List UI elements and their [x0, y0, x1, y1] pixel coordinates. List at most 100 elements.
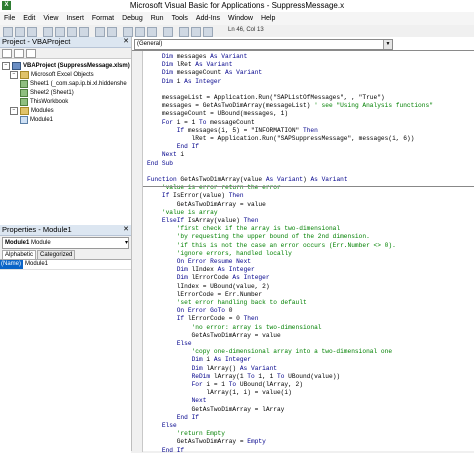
view-object-icon[interactable]: [14, 49, 24, 58]
project-explorer-icon[interactable]: [179, 27, 189, 37]
code-line[interactable]: Next i: [147, 151, 184, 159]
object-combo[interactable]: (General) ▼: [134, 39, 393, 50]
margin-indicator-bar[interactable]: [132, 51, 143, 452]
code-line[interactable]: 'ignore errors, handled locally: [147, 250, 292, 258]
menu-edit[interactable]: Edit: [19, 15, 39, 22]
code-line[interactable]: End Sub: [147, 160, 173, 168]
undo-icon[interactable]: [95, 27, 105, 37]
reset-icon[interactable]: [147, 27, 157, 37]
code-line[interactable]: Dim lErrorCode As Integer: [147, 274, 270, 282]
code-line[interactable]: End If: [147, 447, 184, 452]
menu-file[interactable]: File: [0, 15, 19, 22]
code-line[interactable]: 'set error handling back to default: [147, 299, 307, 307]
code-line[interactable]: Dim lIndex As Integer: [147, 266, 255, 274]
code-line[interactable]: GetAsTwoDimArray = Empty: [147, 438, 266, 446]
property-value[interactable]: Module1: [23, 260, 48, 269]
menu-tools[interactable]: Tools: [168, 15, 192, 22]
tree-node-excel-objects[interactable]: − Microsoft Excel Objects: [10, 71, 94, 79]
code-line[interactable]: If lErrorCode = 0 Then: [147, 315, 259, 323]
object-selector[interactable]: Module1 Module ▾: [2, 237, 129, 249]
collapse-icon[interactable]: −: [2, 62, 10, 70]
tree-node-sheet2[interactable]: Sheet2 (Sheet1): [20, 89, 74, 97]
code-line[interactable]: If messages(i, 5) = "INFORMATION" Then: [147, 127, 318, 135]
code-line[interactable]: Dim i As Integer: [147, 78, 221, 86]
view-code-icon[interactable]: [2, 49, 12, 58]
find-icon[interactable]: [79, 27, 89, 37]
code-line[interactable]: End If: [147, 143, 199, 151]
code-line[interactable]: Else: [147, 422, 177, 430]
close-icon[interactable]: ✕: [123, 225, 129, 235]
code-line[interactable]: End If: [147, 414, 199, 422]
code-line[interactable]: Else: [147, 340, 192, 348]
code-line[interactable]: 'first check if the array is two-dimensi…: [147, 225, 340, 233]
tree-node-vbaproject[interactable]: − VBAProject (SuppressMessage.xlsm): [2, 62, 130, 70]
code-line[interactable]: Next: [147, 397, 207, 405]
code-line[interactable]: Dim messages As Variant: [147, 53, 247, 61]
code-line[interactable]: lArray(1, i) = value(i): [147, 389, 291, 397]
close-icon[interactable]: ✕: [123, 37, 129, 47]
project-tree: − VBAProject (SuppressMessage.xlsm) − Mi…: [0, 58, 131, 225]
tree-node-thisworkbook[interactable]: ThisWorkbook: [20, 98, 68, 106]
tree-node-modules[interactable]: − Modules: [10, 107, 54, 115]
code-line[interactable]: lRet = Application.Run("SAPSuppressMessa…: [147, 135, 415, 143]
code-line[interactable]: GetAsTwoDimArray = value: [147, 201, 266, 209]
paste-icon[interactable]: [67, 27, 77, 37]
menu-bar: File Edit View Insert Format Debug Run T…: [0, 12, 474, 25]
code-line[interactable]: If IsError(value) Then: [147, 192, 244, 200]
code-line[interactable]: 'copy one-dimensional array into a two-d…: [147, 348, 393, 356]
code-line[interactable]: Dim lArray() As Variant: [147, 365, 277, 373]
sheet-icon: [20, 80, 28, 88]
cut-icon[interactable]: [43, 27, 53, 37]
code-line[interactable]: messageList = Application.Run("SAPListOf…: [147, 94, 385, 102]
run-icon[interactable]: [123, 27, 133, 37]
design-mode-icon[interactable]: [163, 27, 173, 37]
collapse-icon[interactable]: −: [10, 107, 18, 115]
object-browser-icon[interactable]: [203, 27, 213, 37]
property-row[interactable]: (Name) Module1: [0, 260, 131, 270]
menu-debug[interactable]: Debug: [118, 15, 147, 22]
code-line[interactable]: GetAsTwoDimArray = lArray: [147, 406, 285, 414]
code-line[interactable]: lIndex = UBound(value, 2): [147, 283, 270, 291]
collapse-icon[interactable]: −: [10, 71, 18, 79]
menu-insert[interactable]: Insert: [62, 15, 88, 22]
toggle-folders-icon[interactable]: [26, 49, 36, 58]
redo-icon[interactable]: [107, 27, 117, 37]
properties-window-icon[interactable]: [191, 27, 201, 37]
tree-node-sheet1[interactable]: Sheet1 (_com.sap.ip.bi.xl.hiddenshe: [20, 80, 127, 88]
view-excel-icon[interactable]: [3, 27, 13, 37]
code-line[interactable]: Dim lRet As Variant: [147, 61, 233, 69]
code-line[interactable]: 'if this is not the case an error occurs…: [147, 242, 396, 250]
code-line[interactable]: Function GetAsTwoDimArray(value As Varia…: [147, 176, 348, 184]
code-line[interactable]: On Error Resume Next: [147, 258, 251, 266]
code-line[interactable]: ReDim lArray(1 To 1, 1 To UBound(value)): [147, 373, 341, 381]
save-icon[interactable]: [27, 27, 37, 37]
code-line[interactable]: messageCount = UBound(messages, 1): [147, 110, 288, 118]
code-line[interactable]: lErrorCode = Err.Number: [147, 291, 262, 299]
menu-add-ins[interactable]: Add-Ins: [192, 15, 224, 22]
project-panel-title: Project - VBAProject: [2, 37, 71, 46]
code-line[interactable]: For i = 1 To UBound(lArray, 2): [147, 381, 303, 389]
menu-format[interactable]: Format: [88, 15, 118, 22]
code-line[interactable]: messages = GetAsTwoDimArray(messageList)…: [147, 102, 433, 110]
vba-project-icon: [12, 62, 21, 70]
tree-node-module1[interactable]: Module1: [20, 116, 53, 124]
code-line[interactable]: 'no error: array is two-dimensional: [147, 324, 322, 332]
code-line[interactable]: 'by requesting the upper bound of the 2n…: [147, 233, 370, 241]
code-line[interactable]: 'value is array: [147, 209, 218, 217]
code-area[interactable]: Dim messages As Variant Dim lRet As Vari…: [132, 50, 474, 452]
copy-icon[interactable]: [55, 27, 65, 37]
menu-run[interactable]: Run: [147, 15, 168, 22]
code-line[interactable]: GetAsTwoDimArray = value: [147, 332, 281, 340]
code-line[interactable]: Dim messageCount As Variant: [147, 69, 262, 77]
code-line[interactable]: Dim i As Integer: [147, 356, 251, 364]
code-line[interactable]: For i = 1 To messageCount: [147, 119, 255, 127]
break-icon[interactable]: [135, 27, 145, 37]
code-line[interactable]: On Error GoTo 0: [147, 307, 233, 315]
menu-window[interactable]: Window: [224, 15, 257, 22]
properties-panel-title: Properties - Module1: [2, 225, 72, 234]
code-line[interactable]: 'return Empty: [147, 430, 225, 438]
insert-module-icon[interactable]: [15, 27, 25, 37]
menu-view[interactable]: View: [39, 15, 62, 22]
menu-help[interactable]: Help: [257, 15, 279, 22]
code-line[interactable]: ElseIf IsArray(value) Then: [147, 217, 259, 225]
